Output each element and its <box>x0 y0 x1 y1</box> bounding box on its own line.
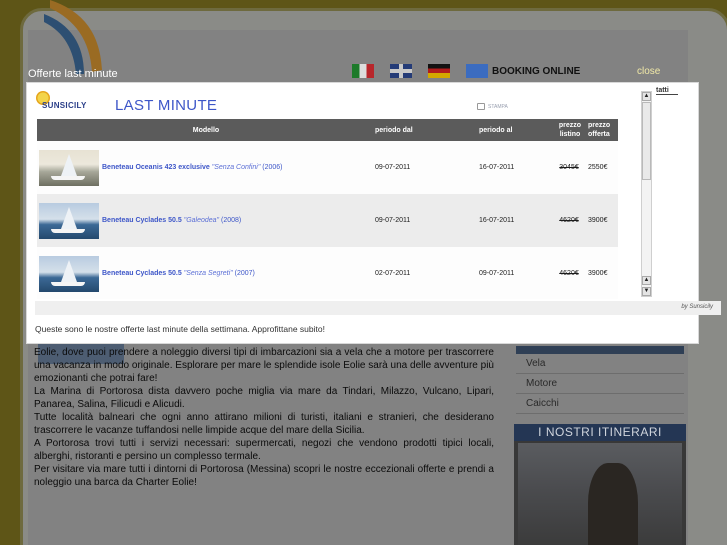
itinerari-image <box>518 443 682 545</box>
model-link[interactable]: Beneteau Cyclades 50.5 "Senza Segreti" (… <box>102 270 255 277</box>
itinerari-title: I NOSTRI ITINERARI <box>514 424 686 441</box>
model-link[interactable]: Beneteau Cyclades 50.5 "Galeodea" (2008) <box>102 217 241 224</box>
background-article: Eolie, dove puoi prendere a noleggio div… <box>34 346 494 489</box>
model-link[interactable]: Beneteau Oceanis 423 exclusive "Senza Co… <box>102 164 283 171</box>
to-date: 16-07-2011 <box>479 164 515 171</box>
overlay-title: Offerte last minute <box>28 68 118 80</box>
table-row[interactable]: Beneteau Cyclades 50.5 "Senza Segreti" (… <box>37 247 618 299</box>
brand-name: SUNSICILY <box>42 101 87 110</box>
model-cell: Beneteau Cyclades 50.5 "Senza Segreti" (… <box>37 255 373 292</box>
table-body: Beneteau Oceanis 423 exclusive "Senza Co… <box>37 141 618 299</box>
to-date: 16-07-2011 <box>479 217 515 224</box>
print-button[interactable]: STAMPA <box>477 103 508 110</box>
list-price: 4620€ <box>559 270 579 277</box>
col-header-to: periodo al <box>479 126 513 134</box>
last-minute-modal: SUNSICILY LAST MINUTE STAMPA Modello per… <box>26 82 721 344</box>
table-row[interactable]: Beneteau Cyclades 50.5 "Galeodea" (2008)… <box>37 194 618 247</box>
model-cell: Beneteau Oceanis 423 exclusive "Senza Co… <box>37 149 373 186</box>
article-paragraph: Per visitare via mare tutti i dintorni d… <box>34 464 494 488</box>
modal-title: LAST MINUTE <box>115 97 218 114</box>
col-header-from: periodo dal <box>375 126 413 134</box>
side-menu: Vela Motore Caicchi <box>516 354 684 414</box>
nav-item-contatti-partial[interactable]: tatti <box>656 87 678 95</box>
side-menu-header <box>516 346 684 354</box>
flag-germany-icon[interactable] <box>428 64 450 78</box>
flag-eu-icon[interactable] <box>466 64 488 78</box>
side-menu-item-motore[interactable]: Motore <box>516 374 684 394</box>
table-scrollbar[interactable]: ▲ ▲ ▼ <box>641 91 652 297</box>
from-date: 09-07-2011 <box>375 164 411 171</box>
to-date: 09-07-2011 <box>479 270 515 277</box>
article-paragraph: Eolie, dove puoi prendere a noleggio div… <box>34 347 494 384</box>
col-header-list-price: prezzo listino <box>558 122 582 138</box>
offer-price: 2550€ <box>588 164 608 171</box>
offer-price: 3900€ <box>588 270 608 277</box>
table-row[interactable]: Beneteau Oceanis 423 exclusive "Senza Co… <box>37 141 618 194</box>
language-flags <box>352 64 488 78</box>
print-label: STAMPA <box>488 103 508 110</box>
credit-text: by Sunsicily <box>681 304 713 310</box>
modal-header: SUNSICILY LAST MINUTE STAMPA <box>33 89 633 119</box>
booking-online-link[interactable]: BOOKING ONLINE <box>492 66 580 77</box>
flag-uk-icon[interactable] <box>390 64 412 78</box>
flag-italy-icon[interactable] <box>352 64 374 78</box>
boat-thumbnail[interactable] <box>39 255 99 292</box>
article-paragraph: La Marina di Portorosa dista davvero poc… <box>34 386 494 410</box>
printer-icon <box>477 103 485 110</box>
boat-thumbnail[interactable] <box>39 149 99 186</box>
scroll-down-button[interactable]: ▼ <box>642 287 651 296</box>
boat-thumbnail[interactable] <box>39 202 99 239</box>
modal-footer-bar: by Sunsicily <box>35 301 721 315</box>
sunsicily-logo: SUNSICILY <box>36 91 88 117</box>
scroll-thumb[interactable] <box>642 102 651 180</box>
rock-formation <box>588 463 638 545</box>
list-price: 3045€ <box>559 164 579 171</box>
from-date: 09-07-2011 <box>375 217 411 224</box>
scroll-up-button-lower[interactable]: ▲ <box>642 276 651 285</box>
article-paragraph: A Portorosa trovi tutti i servizi necess… <box>34 438 494 462</box>
table-header: Modello periodo dal periodo al prezzo li… <box>37 119 618 141</box>
col-header-model: Modello <box>192 126 220 134</box>
offers-table: Modello periodo dal periodo al prezzo li… <box>37 119 618 299</box>
close-button[interactable]: close <box>637 66 660 77</box>
side-menu-item-caicchi[interactable]: Caicchi <box>516 394 684 414</box>
modal-caption: Queste sono le nostre offerte last minut… <box>35 324 325 334</box>
scroll-up-button[interactable]: ▲ <box>642 92 651 101</box>
article-paragraph: Tutte località balneari che ogni anno at… <box>34 412 494 436</box>
model-cell: Beneteau Cyclades 50.5 "Galeodea" (2008) <box>37 202 373 239</box>
offer-price: 3900€ <box>588 217 608 224</box>
col-header-offer-price: prezzo offerta <box>588 122 611 138</box>
itinerari-box[interactable]: I NOSTRI ITINERARI <box>514 424 686 545</box>
side-menu-item-vela[interactable]: Vela <box>516 354 684 374</box>
list-price: 4620€ <box>559 217 579 224</box>
from-date: 02-07-2011 <box>375 270 411 277</box>
